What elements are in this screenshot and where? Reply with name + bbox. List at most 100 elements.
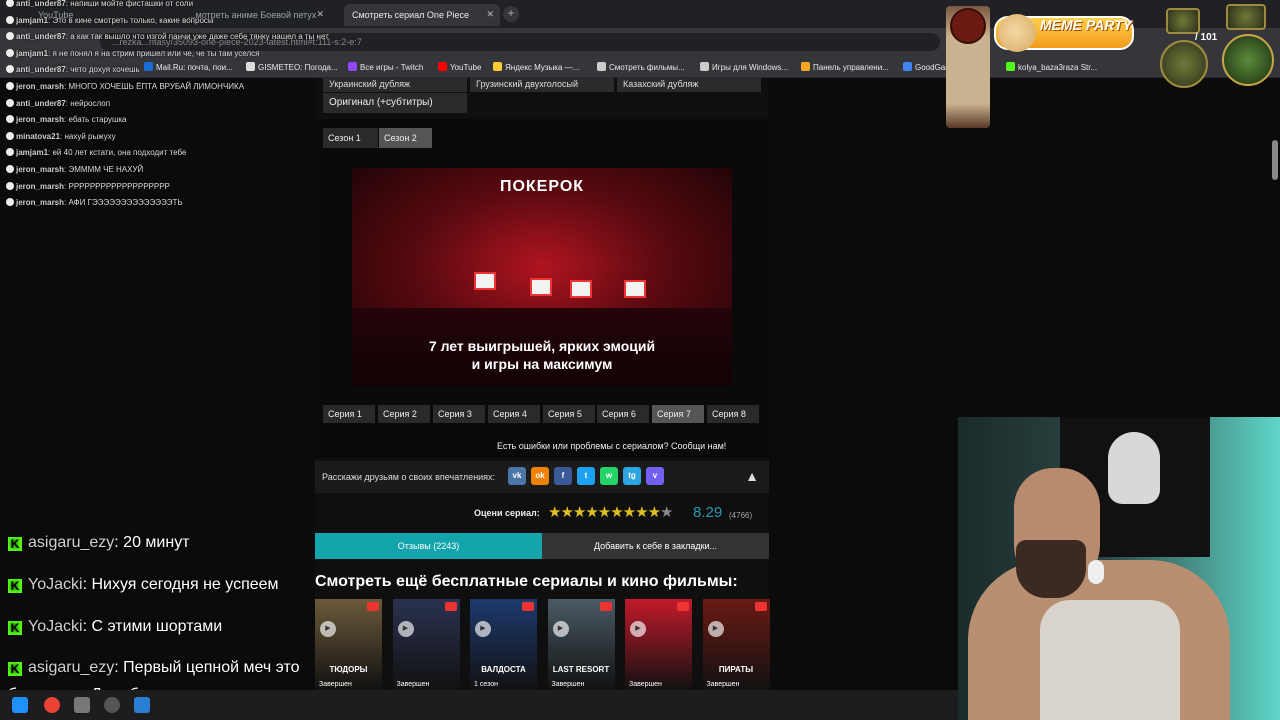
chat-username[interactable]: anti_under87 [16, 99, 66, 108]
bookmark-kolya[interactable]: kolya_baza3raza Str... [1006, 62, 1097, 72]
bookmark-games[interactable]: Игры для Windows... [700, 62, 788, 72]
play-icon[interactable]: ▶ [707, 621, 724, 637]
youtube-icon [438, 62, 447, 71]
chat-username[interactable]: jeron_marsh [16, 115, 64, 124]
new-tab-button[interactable]: + [503, 6, 519, 22]
play-icon[interactable]: ▶ [552, 621, 569, 637]
tab-one-piece[interactable]: Смотреть сериал One Piece ✕ [344, 4, 500, 26]
odnoklassniki-icon[interactable]: ok [531, 467, 549, 485]
episode-button-7[interactable]: Серия 7 [652, 405, 704, 423]
bookmark-gismeteo[interactable]: GISMETEO: Погода... [246, 62, 338, 72]
stream-screen: YouTube ...мотреть аниме Боевой петух ✕ С… [0, 0, 1280, 720]
user-badge-icon [6, 82, 14, 90]
chat-username[interactable]: jeron_marsh [16, 82, 64, 91]
bookmark-yandex-music[interactable]: Яндекс Музыка —... [493, 62, 579, 72]
chat-username[interactable]: asigaru_ezy [28, 534, 114, 551]
report-problem-link[interactable]: Есть ошибки или проблемы с сериалом? Соо… [497, 441, 726, 451]
bookmark-control-panel[interactable]: Панель управлени... [801, 62, 889, 72]
chat-message: anti_under87: а как так вышло что изгой … [6, 32, 329, 41]
chat-username[interactable]: jamjam1 [16, 49, 48, 58]
viber-icon[interactable]: v [646, 467, 664, 485]
kick-badge-icon: K [8, 537, 22, 551]
chrome-icon[interactable] [44, 697, 60, 713]
rating-value: 8.29 [693, 504, 723, 521]
tab-add-bookmark[interactable]: Добавить к себе в закладки... [542, 533, 769, 559]
season-button-1[interactable]: Сезон 1 [323, 128, 378, 148]
chat-username[interactable]: jeron_marsh [16, 182, 64, 191]
season-button-2[interactable]: Сезон 2 [379, 128, 432, 148]
twitch-icon [348, 62, 357, 71]
rating-stars[interactable]: ★★★★★★★★★★ [548, 503, 674, 521]
chat-message-large: K YoJacki: С этими шортами [8, 618, 222, 636]
stars-empty[interactable]: ★ [660, 504, 673, 521]
chat-text: а как так вышло что изгой панчи уже даже… [70, 32, 329, 42]
chat-username[interactable]: YoJacki [28, 576, 83, 593]
bookmark-films[interactable]: Смотреть фильмы... [597, 62, 685, 72]
chat-username[interactable]: jamjam1 [16, 148, 48, 157]
play-icon[interactable]: ▶ [475, 621, 491, 637]
chat-username[interactable]: anti_under87 [16, 65, 66, 74]
chat-username[interactable]: jeron_marsh [16, 198, 64, 207]
bookmark-mailru[interactable]: Mail.Ru: почта, пои... [144, 62, 233, 72]
chat-username[interactable]: jeron_marsh [16, 165, 64, 174]
whatsapp-icon[interactable]: w [600, 467, 618, 485]
episode-button-5[interactable]: Серия 5 [543, 405, 595, 423]
tab-reviews[interactable]: Отзывы (2243) [315, 533, 542, 559]
voice-option-georgian[interactable]: Грузинский двухголосый [470, 78, 614, 92]
chat-username[interactable]: minatova21 [16, 132, 60, 141]
scroll-to-top-icon[interactable]: ▲ [738, 466, 766, 488]
windows-start-icon[interactable] [12, 697, 28, 713]
vk-icon[interactable]: vk [508, 467, 526, 485]
episode-button-2[interactable]: Серия 2 [378, 405, 430, 423]
chat-username[interactable]: asigaru_ezy [28, 659, 114, 676]
play-icon[interactable]: ▶ [630, 621, 646, 637]
poster-card[interactable]: ▶ LAST RESORT Завершен [547, 599, 615, 690]
chat-username[interactable]: YoJacki [28, 618, 83, 635]
chat-text: нахуй рыжуху [64, 131, 116, 141]
episode-button-6[interactable]: Серия 6 [597, 405, 649, 423]
bookmark-label: Яндекс Музыка —... [505, 63, 580, 72]
bookmark-twitch[interactable]: Все игры - Twitch [348, 62, 423, 72]
episode-button-8[interactable]: Серия 8 [707, 405, 759, 423]
twitter-icon[interactable]: t [577, 467, 595, 485]
close-icon[interactable]: ✕ [316, 9, 324, 20]
episode-button-3[interactable]: Серия 3 [433, 405, 485, 423]
chat-username[interactable]: anti_under87 [16, 32, 66, 41]
episode-button-4[interactable]: Серия 4 [488, 405, 540, 423]
chat-username[interactable]: jamjam1 [16, 16, 48, 25]
chat-username[interactable]: anti_under87 [16, 0, 66, 8]
ad-line-1: 7 лет выигрышей, ярких эмоций [428, 338, 656, 354]
poster-card[interactable]: ▶ ТЮДОРЫ Завершен [315, 599, 382, 690]
chat-text: я не понял я на стрим пришел или че, че … [52, 48, 260, 58]
poster-status: Завершен [706, 681, 740, 688]
poster-card[interactable]: ▶ ПИРАТЫ Завершен [702, 599, 770, 690]
video-badge-icon [367, 602, 379, 611]
chat-message: jeron_marsh: ебать старушка [6, 115, 127, 124]
voice-option-ukrainian[interactable]: Украинский дубляж [323, 78, 467, 92]
poster-card[interactable]: ▶ ВАЛДОСТА 1 сезон [470, 599, 537, 690]
poster-card[interactable]: ▶ Завершен [392, 599, 460, 690]
voice-option-original[interactable]: Оригинал (+субтитры) [323, 93, 467, 113]
gift-box-icon [624, 280, 646, 298]
telegram-icon[interactable]: tg [623, 467, 641, 485]
voice-option-kazakh[interactable]: Казахский дубляж [617, 78, 761, 92]
taskbar-app-icon[interactable] [134, 697, 150, 713]
close-icon[interactable]: ✕ [486, 9, 494, 20]
chat-message-large: Kasigaru_ezy: 20 минут [8, 534, 190, 552]
ad-banner[interactable]: ПОКЕРОК 7 лет выигрышей, ярких эмоций и … [352, 168, 732, 386]
facebook-icon[interactable]: f [554, 467, 572, 485]
chat-text: нейрослоп [70, 98, 111, 108]
page-scrollbar[interactable] [1272, 140, 1278, 180]
episode-button-1[interactable]: Серия 1 [323, 405, 375, 423]
taskbar-app-icon[interactable] [104, 697, 120, 713]
bookmark-youtube[interactable]: YouTube [438, 62, 481, 72]
play-icon[interactable]: ▶ [397, 621, 414, 637]
poster-card[interactable]: ▶ Завершен [625, 599, 692, 690]
taskbar-app-icon[interactable] [74, 697, 90, 713]
chat-message: jeron_marsh: АФИ ГЭЭЭЭЭЭЭЭЭЭЭЭЭЭТЬ [6, 198, 183, 207]
bookmark-label: Игры для Windows... [712, 63, 789, 72]
stars-filled[interactable]: ★★★★★★★★★ [548, 504, 661, 521]
medal-icon [1166, 8, 1200, 34]
skull-badge-icon [1222, 34, 1274, 86]
play-icon[interactable]: ▶ [320, 621, 336, 637]
